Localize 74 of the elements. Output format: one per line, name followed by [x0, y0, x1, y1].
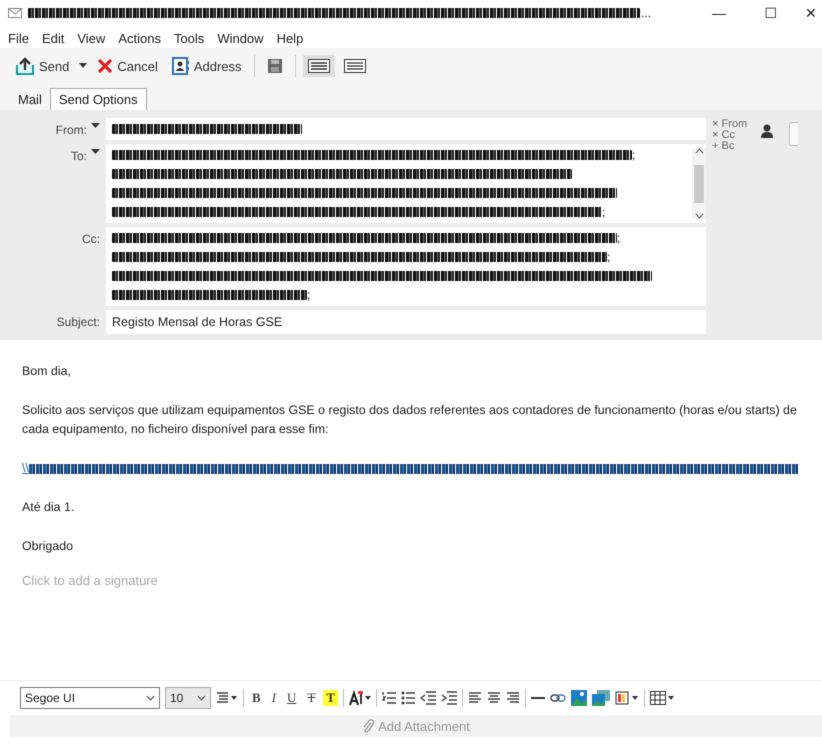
- layout-icon: [344, 59, 366, 73]
- align-left-icon[interactable]: [468, 692, 482, 704]
- image-icon[interactable]: [571, 690, 588, 706]
- bullet-list-icon[interactable]: [401, 691, 416, 705]
- send-button[interactable]: Send: [10, 53, 74, 79]
- from-field[interactable]: [106, 118, 706, 140]
- envelope-icon: [8, 8, 22, 18]
- italic-button[interactable]: I: [268, 690, 280, 706]
- caret-icon[interactable]: [91, 123, 100, 129]
- highlight-button[interactable]: T: [323, 690, 338, 706]
- to-field[interactable]: ; ;: [106, 144, 706, 223]
- text-punctuation: ;: [602, 205, 606, 219]
- caret-icon[interactable]: [78, 63, 88, 69]
- header-link[interactable]: × Cc: [712, 130, 748, 141]
- menu-item[interactable]: Edit: [42, 30, 64, 46]
- field-label: Subject:: [56, 315, 100, 331]
- cc-field[interactable]: ; ; ;: [106, 227, 706, 306]
- text-punctuation: ;: [632, 148, 636, 162]
- underline-button[interactable]: U: [284, 690, 300, 706]
- minimize-button[interactable]: —: [696, 5, 742, 21]
- numbered-list-icon[interactable]: [382, 691, 396, 705]
- scrollbar[interactable]: [692, 148, 706, 219]
- font-color-icon[interactable]: [349, 690, 372, 706]
- menu-item[interactable]: Tools: [174, 30, 204, 46]
- field-label: From:: [56, 123, 87, 139]
- scroll-down-icon[interactable]: [694, 213, 704, 219]
- text-punctuation: ;: [607, 250, 610, 264]
- strikethrough-button[interactable]: T: [304, 690, 318, 706]
- align-right-icon[interactable]: [506, 692, 520, 704]
- contact-card-icon: [172, 57, 190, 75]
- menu-item[interactable]: File: [8, 30, 29, 46]
- upload-tray-icon: [15, 57, 35, 75]
- scroll-up-icon[interactable]: [694, 148, 704, 154]
- indent-icon[interactable]: [441, 691, 458, 705]
- menu-item[interactable]: Window: [217, 30, 264, 46]
- menu-item[interactable]: Help: [276, 30, 304, 46]
- cancel-button[interactable]: Cancel: [92, 54, 163, 78]
- text-punctuation: ;: [307, 288, 310, 302]
- view-button[interactable]: [302, 55, 335, 77]
- address-button[interactable]: Address: [166, 53, 247, 79]
- person-icon: [761, 124, 774, 138]
- outdent-icon[interactable]: [420, 691, 436, 705]
- font-dropdown[interactable]: Segoe UI: [20, 687, 160, 709]
- table-icon[interactable]: [650, 691, 674, 705]
- horizontal-line-icon[interactable]: [531, 696, 546, 700]
- images-icon[interactable]: [592, 690, 610, 706]
- align-center-icon[interactable]: [487, 692, 502, 704]
- title-ellipsis: ...: [641, 6, 652, 20]
- field-label: To:: [70, 149, 87, 165]
- maximize-button[interactable]: ☐: [748, 5, 794, 21]
- body-text: Obrigado: [22, 538, 74, 555]
- header-link[interactable]: × From: [712, 119, 748, 130]
- chevron-icon: [146, 695, 155, 701]
- highlighter-icon[interactable]: [615, 690, 640, 706]
- link-icon[interactable]: [550, 694, 566, 702]
- paperclip-icon: [362, 719, 374, 733]
- bold-button[interactable]: B: [249, 690, 264, 706]
- header-link[interactable]: + Bc: [712, 141, 748, 152]
- line-spacing-icon[interactable]: [216, 691, 238, 705]
- menu-item[interactable]: View: [77, 30, 106, 46]
- text-punctuation: ;: [617, 231, 620, 245]
- caret-icon[interactable]: [91, 149, 100, 155]
- tab[interactable]: Send Options: [50, 88, 147, 110]
- layout-icon: [308, 59, 330, 73]
- menu-item[interactable]: Actions: [118, 30, 161, 46]
- close-button[interactable]: ✕: [800, 5, 822, 21]
- close-icon: [97, 58, 114, 74]
- body-text: Até dia 1.: [22, 499, 76, 516]
- size-dropdown[interactable]: 10: [165, 687, 211, 709]
- body-text: Solicito aos serviços que utilizam equipamentos GSE o registo dos dados referentes aos contadores de funcionamento (horas e/ou starts) de cada equipamento, no ficheiro disponível para esse fim:: [22, 402, 798, 438]
- field-label: Cc:: [82, 232, 100, 248]
- subject-field[interactable]: Registo Mensal de Horas GSE: [106, 310, 706, 334]
- body-text: Bom dia,: [22, 363, 72, 380]
- chevron-icon: [197, 695, 206, 701]
